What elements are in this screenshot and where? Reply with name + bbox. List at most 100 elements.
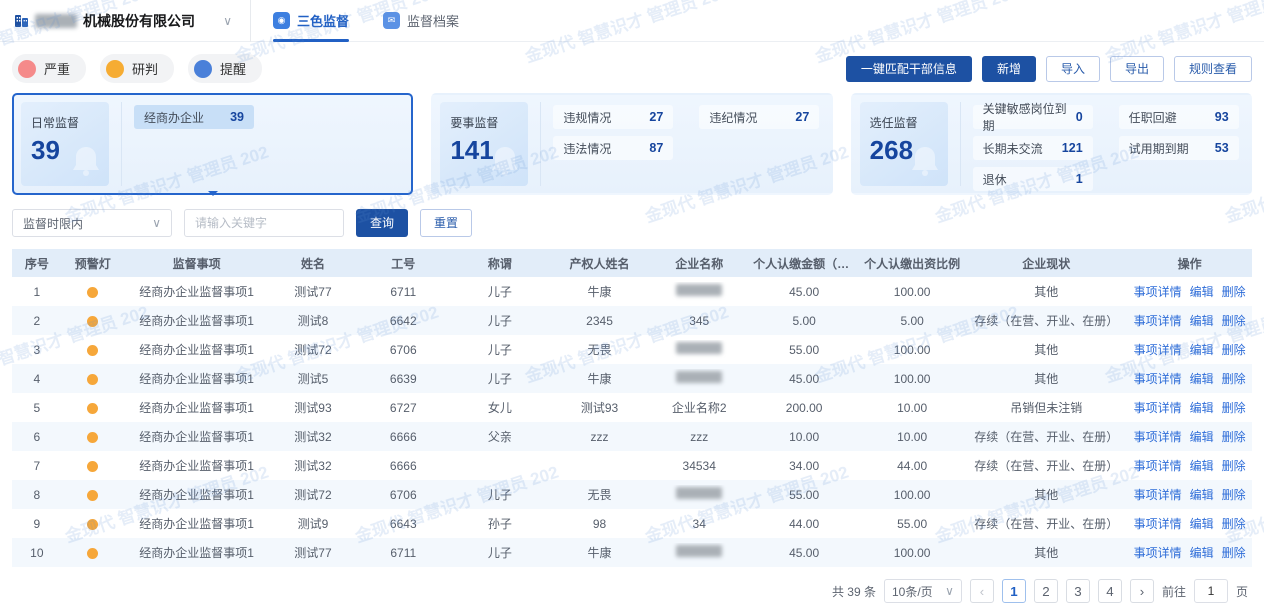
warning-light-icon xyxy=(87,374,98,385)
cell-name: 测试77 xyxy=(269,281,356,302)
cell-subscribed-amount: 45.00 xyxy=(749,544,859,562)
cell-employee-id: 6711 xyxy=(357,283,450,301)
stat-item-长期未交流[interactable]: 长期未交流121 xyxy=(973,136,1093,160)
item-detail-link[interactable]: 事项详情 xyxy=(1134,283,1182,300)
cell-company-name: zzz xyxy=(649,428,749,446)
page-button-2[interactable]: 2 xyxy=(1034,579,1058,603)
edit-link[interactable]: 编辑 xyxy=(1190,341,1214,358)
tab-监督档案[interactable]: ✉监督档案 xyxy=(383,0,459,42)
keyword-input[interactable] xyxy=(184,209,344,237)
edit-link[interactable]: 编辑 xyxy=(1190,283,1214,300)
warning-light-icon xyxy=(87,490,98,501)
edit-link[interactable]: 编辑 xyxy=(1190,544,1214,561)
item-detail-link[interactable]: 事项详情 xyxy=(1134,370,1182,387)
delete-link[interactable]: 删除 xyxy=(1222,283,1246,300)
page-button-1[interactable]: 1 xyxy=(1002,579,1026,603)
item-detail-link[interactable]: 事项详情 xyxy=(1134,312,1182,329)
edit-link[interactable]: 编辑 xyxy=(1190,486,1214,503)
stat-card-要事监督[interactable]: 要事监督141违规情况27违纪情况27违法情况87 xyxy=(431,93,832,195)
cell-employee-id: 6639 xyxy=(357,370,450,388)
stat-item-违纪情况[interactable]: 违纪情况27 xyxy=(699,105,819,129)
stat-card-title: 选任监督 xyxy=(870,114,938,131)
delete-link[interactable]: 删除 xyxy=(1222,428,1246,445)
cell-supervision-item: 经商办企业监督事项1 xyxy=(124,281,270,302)
cell-subscribed-amount: 10.00 xyxy=(749,428,859,446)
tab-三色监督[interactable]: ◉三色监督 xyxy=(273,0,349,42)
cell-supervision-item: 经商办企业监督事项1 xyxy=(124,426,270,447)
cell-owner-name: 2345 xyxy=(550,312,650,330)
stat-item-退休[interactable]: 退休1 xyxy=(973,167,1093,191)
company-selector[interactable]: 机械股份有限公司 ∨ xyxy=(14,11,232,31)
import-button[interactable]: 导入 xyxy=(1046,56,1100,82)
page-button-3[interactable]: 3 xyxy=(1066,579,1090,603)
legend-dot-icon xyxy=(106,60,124,78)
delete-link[interactable]: 删除 xyxy=(1222,486,1246,503)
table-row: 3经商办企业监督事项1测试726706儿子无畏55.00100.00其他事项详情… xyxy=(12,335,1252,364)
rules-view-button[interactable]: 规则查看 xyxy=(1174,56,1252,82)
cell-name: 测试9 xyxy=(269,513,356,534)
export-button[interactable]: 导出 xyxy=(1110,56,1164,82)
edit-link[interactable]: 编辑 xyxy=(1190,370,1214,387)
item-detail-link[interactable]: 事项详情 xyxy=(1134,544,1182,561)
delete-link[interactable]: 删除 xyxy=(1222,341,1246,358)
delete-link[interactable]: 删除 xyxy=(1222,544,1246,561)
item-detail-link[interactable]: 事项详情 xyxy=(1134,457,1182,474)
stat-item-label: 违法情况 xyxy=(563,140,649,157)
stat-item-违法情况[interactable]: 违法情况87 xyxy=(553,136,673,160)
edit-link[interactable]: 编辑 xyxy=(1190,399,1214,416)
search-button[interactable]: 查询 xyxy=(356,209,408,237)
cell-warning-light xyxy=(62,370,124,388)
stat-item-任职回避[interactable]: 任职回避93 xyxy=(1119,105,1239,129)
item-detail-link[interactable]: 事项详情 xyxy=(1134,428,1182,445)
cell-contribution-ratio: 100.00 xyxy=(859,370,965,388)
cell-warning-light xyxy=(62,457,124,475)
stat-item-value: 93 xyxy=(1215,110,1229,124)
delete-link[interactable]: 删除 xyxy=(1222,515,1246,532)
reset-button[interactable]: 重置 xyxy=(420,209,472,237)
stat-item-label: 违纪情况 xyxy=(709,109,795,126)
stat-item-经商办企业[interactable]: 经商办企业39 xyxy=(134,105,254,129)
delete-link[interactable]: 删除 xyxy=(1222,312,1246,329)
cell-employee-id: 6643 xyxy=(357,515,450,533)
add-button[interactable]: 新增 xyxy=(982,56,1036,82)
stat-card-日常监督[interactable]: 日常监督39经商办企业39 xyxy=(12,93,413,195)
item-detail-link[interactable]: 事项详情 xyxy=(1134,486,1182,503)
item-detail-link[interactable]: 事项详情 xyxy=(1134,341,1182,358)
item-detail-link[interactable]: 事项详情 xyxy=(1134,515,1182,532)
prev-page-button[interactable]: ‹ xyxy=(970,579,994,603)
cell-relation-title: 孙子 xyxy=(450,513,550,534)
stat-item-违规情况[interactable]: 违规情况27 xyxy=(553,105,673,129)
page-size-select[interactable]: 10条/页∨ xyxy=(884,579,962,603)
page-button-4[interactable]: 4 xyxy=(1098,579,1122,603)
stat-cards: 日常监督39经商办企业39要事监督141违规情况27违纪情况27违法情况87选任… xyxy=(12,93,1252,195)
edit-link[interactable]: 编辑 xyxy=(1190,312,1214,329)
edit-link[interactable]: 编辑 xyxy=(1190,515,1214,532)
edit-link[interactable]: 编辑 xyxy=(1190,457,1214,474)
stat-item-关键敏感岗位到期[interactable]: 关键敏感岗位到期0 xyxy=(973,105,1093,129)
delete-link[interactable]: 删除 xyxy=(1222,399,1246,416)
stat-item-value: 87 xyxy=(649,141,663,155)
next-page-button[interactable]: › xyxy=(1130,579,1154,603)
company-name: 机械股份有限公司 xyxy=(83,11,195,31)
warning-light-icon xyxy=(87,461,98,472)
delete-link[interactable]: 删除 xyxy=(1222,370,1246,387)
stat-card-items: 关键敏感岗位到期0任职回避93长期未交流121试用期到期53退休1 xyxy=(960,102,1243,186)
cell-owner-name: 牛康 xyxy=(550,281,650,302)
redacted-company-name xyxy=(676,371,722,383)
item-detail-link[interactable]: 事项详情 xyxy=(1134,399,1182,416)
stat-card-title: 日常监督 xyxy=(31,114,99,131)
match-cadre-info-button[interactable]: 一键匹配干部信息 xyxy=(846,56,972,82)
delete-link[interactable]: 删除 xyxy=(1222,457,1246,474)
goto-page-input[interactable] xyxy=(1194,579,1228,603)
cell-owner-name: 无畏 xyxy=(550,484,650,505)
tab-label: 监督档案 xyxy=(407,11,459,30)
stat-card-title: 要事监督 xyxy=(450,114,518,131)
edit-link[interactable]: 编辑 xyxy=(1190,428,1214,445)
time-limit-select[interactable]: 监督时限内 ∨ xyxy=(12,209,172,237)
bell-icon xyxy=(904,141,946,186)
cell-company-name: 345 xyxy=(649,312,749,330)
cell-company-name: 34534 xyxy=(649,457,749,475)
stat-card-选任监督[interactable]: 选任监督268关键敏感岗位到期0任职回避93长期未交流121试用期到期53退休1 xyxy=(851,93,1252,195)
cell-actions: 事项详情编辑删除 xyxy=(1127,455,1252,476)
stat-item-试用期到期[interactable]: 试用期到期53 xyxy=(1119,136,1239,160)
